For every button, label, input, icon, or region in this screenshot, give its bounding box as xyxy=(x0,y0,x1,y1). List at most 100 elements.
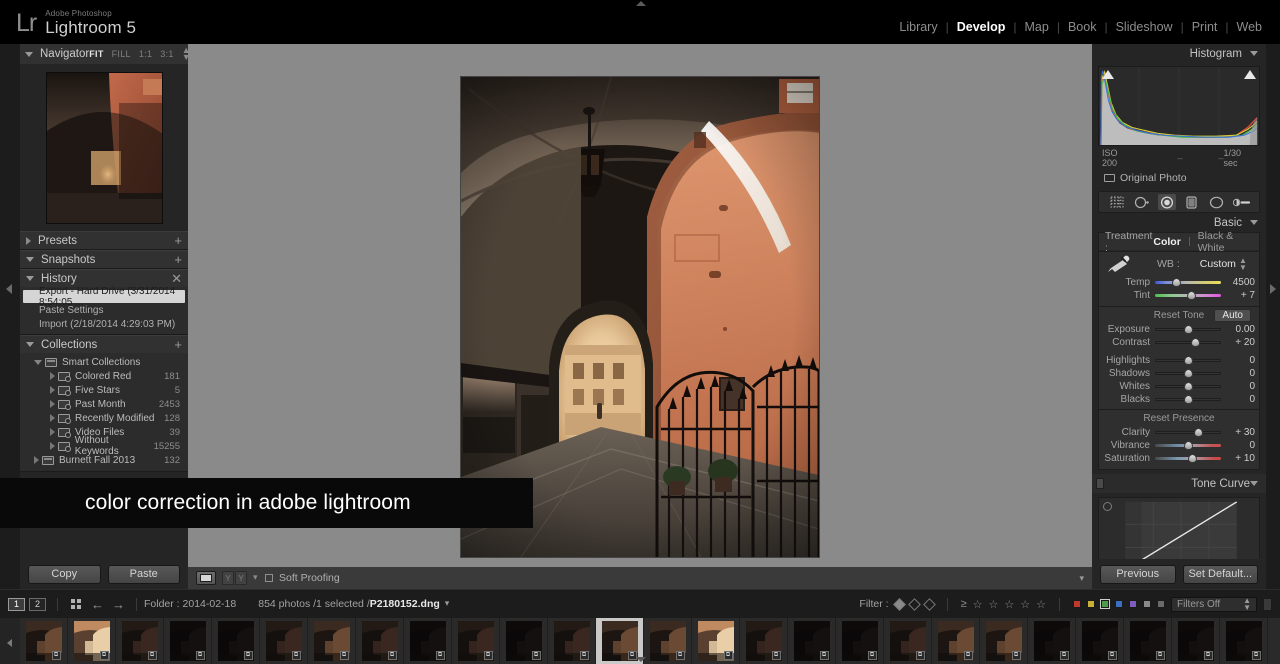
radial-filter-tool-icon[interactable] xyxy=(1208,194,1226,210)
copy-button[interactable]: Copy xyxy=(28,564,101,584)
filter-preset-select[interactable]: Filters Off ▲ ▼ xyxy=(1171,596,1257,612)
filmstrip-thumbnail[interactable]: ⧉ xyxy=(260,618,308,664)
module-slideshow[interactable]: Slideshow xyxy=(1108,20,1181,34)
slider-track[interactable] xyxy=(1155,324,1221,335)
filmstrip-thumbnail[interactable]: ⧉ xyxy=(1124,618,1172,664)
slider-row-shadows[interactable]: Shadows 0 xyxy=(1099,367,1259,380)
slider-row-whites[interactable]: Whites 0 xyxy=(1099,380,1259,393)
filter-lock-icon[interactable] xyxy=(1263,597,1272,611)
set-default-button[interactable]: Set Default... xyxy=(1182,564,1258,584)
slider-value[interactable]: 0.00 xyxy=(1221,324,1255,335)
slider-row-clarity[interactable]: Clarity + 30 xyxy=(1099,426,1259,439)
slider-track[interactable] xyxy=(1155,453,1221,464)
previous-button[interactable]: Previous xyxy=(1100,564,1176,584)
collection-item-five-stars[interactable]: Five Stars 5 xyxy=(20,383,188,397)
slider-track[interactable] xyxy=(1155,368,1221,379)
slider-knob[interactable] xyxy=(1184,441,1193,450)
thumbnail-badge-icon[interactable]: ⧉ xyxy=(147,651,157,660)
slider-row-contrast[interactable]: Contrast + 20 xyxy=(1099,336,1259,349)
filmstrip-thumbnail[interactable]: ⧉ xyxy=(548,618,596,664)
histogram-header[interactable]: Histogram xyxy=(1092,44,1266,63)
slider-track[interactable] xyxy=(1155,427,1221,438)
thumbnail-badge-icon[interactable]: ⧉ xyxy=(291,651,301,660)
filmstrip-thumbnail[interactable]: ⧉ xyxy=(644,618,692,664)
label-color-red-swatch[interactable] xyxy=(1073,600,1081,608)
spot-removal-tool-icon[interactable] xyxy=(1133,194,1151,210)
thumbnail-badge-icon[interactable]: ⧉ xyxy=(963,651,973,660)
loupe-view-button[interactable] xyxy=(196,571,216,585)
filmstrip-thumbnail[interactable]: ⧉ xyxy=(1220,618,1268,664)
filmstrip-thumbnail[interactable]: ⧉ xyxy=(884,618,932,664)
slider-value[interactable]: + 30 xyxy=(1221,427,1255,438)
flag-rejected-icon[interactable] xyxy=(922,597,936,611)
flag-unflagged-icon[interactable] xyxy=(907,597,921,611)
slider-knob[interactable] xyxy=(1172,278,1182,287)
thumbnail-badge-icon[interactable]: ⧉ xyxy=(435,651,445,660)
thumbnail-badge-icon[interactable]: ⧉ xyxy=(1251,651,1261,660)
module-book[interactable]: Book xyxy=(1060,20,1105,34)
navigator-header[interactable]: Navigator FIT FILL 1:1 3:1 ▲ ▼ xyxy=(20,44,191,64)
thumbnail-badge-icon[interactable]: ⧉ xyxy=(339,651,349,660)
navigator-preview[interactable] xyxy=(20,64,188,231)
reset-presence-label[interactable]: Reset Presence xyxy=(1143,413,1214,424)
slider-value[interactable]: + 10 xyxy=(1221,453,1255,464)
slider-knob[interactable] xyxy=(1186,291,1196,300)
top-panel-toggle-arrow[interactable] xyxy=(636,1,646,7)
filmstrip-thumbnail[interactable]: ⧉ xyxy=(500,618,548,664)
add-preset-icon[interactable]: + xyxy=(174,234,182,247)
rating-operator-icon[interactable]: ≥ xyxy=(961,598,967,610)
slider-value[interactable]: 0 xyxy=(1221,355,1255,366)
label-color-custom-swatch[interactable] xyxy=(1157,600,1165,608)
label-color-green-swatch[interactable] xyxy=(1100,599,1110,609)
module-map[interactable]: Map xyxy=(1017,20,1057,34)
slider-value[interactable]: 4500 xyxy=(1221,277,1255,288)
slider-knob[interactable] xyxy=(1184,356,1193,365)
histogram-graph[interactable] xyxy=(1098,66,1260,146)
slider-value[interactable]: + 7 xyxy=(1221,290,1255,301)
photo-name-dropdown-icon[interactable]: ▾ xyxy=(445,599,451,608)
tone-curve-header[interactable]: Tone Curve xyxy=(1092,474,1266,493)
star-1-icon[interactable]: ☆ xyxy=(973,598,983,611)
filmstrip-scroll-left[interactable] xyxy=(0,618,20,664)
snapshots-section[interactable]: Snapshots + xyxy=(20,250,188,269)
thumbnail-badge-icon[interactable]: ⧉ xyxy=(387,651,397,660)
thumbnail-badge-icon[interactable]: ⧉ xyxy=(675,651,685,660)
slider-value[interactable]: 0 xyxy=(1221,440,1255,451)
filmstrip-thumbnail[interactable]: ⧉ xyxy=(836,618,884,664)
star-3-icon[interactable]: ☆ xyxy=(1004,598,1014,611)
original-photo-row[interactable]: Original Photo xyxy=(1098,168,1260,188)
smart-collections-group[interactable]: Smart Collections xyxy=(20,355,188,369)
previous-photo-arrow-icon[interactable]: ← xyxy=(91,598,104,611)
slider-knob[interactable] xyxy=(1184,395,1193,404)
screen-2-button[interactable]: 2 xyxy=(29,597,46,611)
slider-row-saturation[interactable]: Saturation + 10 xyxy=(1099,452,1259,465)
slider-row-blacks[interactable]: Blacks 0 xyxy=(1099,393,1259,406)
thumbnail-badge-icon[interactable]: ⧉ xyxy=(195,651,205,660)
presence-reset-row[interactable]: Reset Presence xyxy=(1099,410,1259,426)
thumbnail-badge-icon[interactable]: ⧉ xyxy=(1203,651,1213,660)
filmstrip-thumbnail[interactable]: ⧉ xyxy=(452,618,500,664)
next-photo-arrow-icon[interactable]: → xyxy=(112,598,125,611)
thumbnail-badge-icon[interactable]: ⧉ xyxy=(819,651,829,660)
wb-value[interactable]: Custom xyxy=(1200,258,1236,270)
collection-item-burnett-fall-2013[interactable]: Burnett Fall 2013 132 xyxy=(20,453,188,467)
thumbnail-badge-icon[interactable]: ⧉ xyxy=(531,651,541,660)
collection-item-colored-red[interactable]: Colored Red 181 xyxy=(20,369,188,383)
zoom-1-1[interactable]: 1:1 xyxy=(139,49,152,59)
grid-view-icon[interactable] xyxy=(71,599,81,609)
shadow-clipping-indicator[interactable] xyxy=(1102,70,1114,79)
zoom-fill[interactable]: FILL xyxy=(112,49,131,59)
label-color-purple-swatch[interactable] xyxy=(1129,600,1137,608)
thumbnail-badge-icon[interactable]: ⧉ xyxy=(579,651,589,660)
slider-knob[interactable] xyxy=(1184,369,1193,378)
flag-picked-icon[interactable] xyxy=(892,597,906,611)
slider-knob[interactable] xyxy=(1190,338,1200,347)
module-web[interactable]: Web xyxy=(1229,20,1270,34)
slider-track[interactable] xyxy=(1155,290,1221,301)
thumbnail-badge-icon[interactable]: ⧉ xyxy=(867,651,877,660)
slider-track[interactable] xyxy=(1155,440,1221,451)
slider-row-highlights[interactable]: Highlights 0 xyxy=(1099,354,1259,367)
before-after-y-icon[interactable]: Y xyxy=(222,571,234,585)
clear-history-icon[interactable]: ✕ xyxy=(171,272,182,285)
slider-track[interactable] xyxy=(1155,277,1221,288)
